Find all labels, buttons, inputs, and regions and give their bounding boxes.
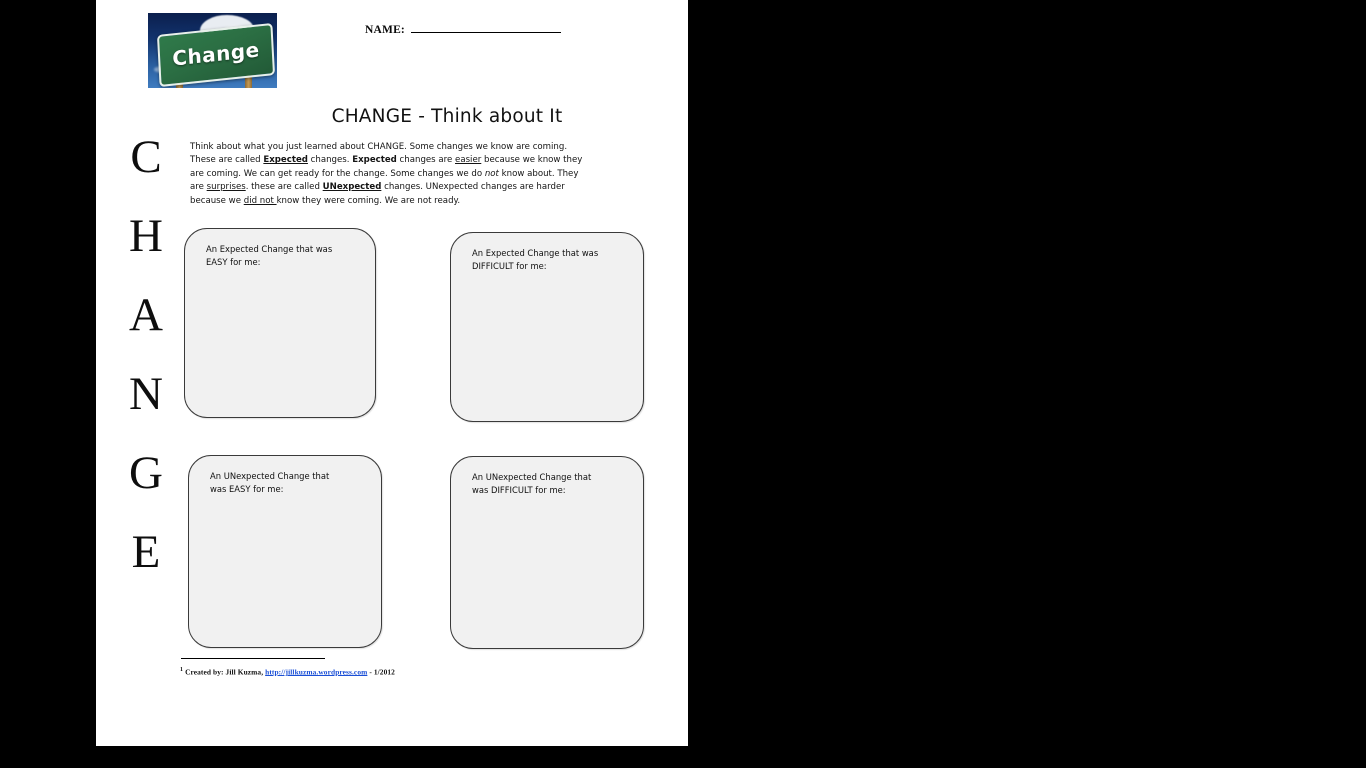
response-box-label-line2: EASY for me: [206, 256, 261, 267]
intro-emphasis-unexpected: UNexpected [322, 182, 382, 193]
footnote-suffix: - 1/2012 [367, 667, 395, 677]
response-box-label-line2: DIFFICULT for me: [472, 260, 547, 271]
response-box-unexpected-difficult[interactable]: An UNexpected Change that was DIFFICULT … [450, 456, 644, 649]
response-box-label: An UNexpected Change that was EASY for m… [210, 470, 360, 495]
footnote-divider [181, 658, 325, 659]
acrostic-letter-g: G [129, 447, 163, 499]
road-sign-board: Change [156, 22, 276, 88]
response-box-label: An Expected Change that was DIFFICULT fo… [472, 247, 622, 272]
intro-emphasis-surprises: surprises [206, 182, 246, 193]
intro-text-6: . these are called [245, 182, 323, 193]
acrostic-letter-c: C [130, 131, 162, 183]
intro-emphasis-easier: easier [455, 155, 482, 166]
footnote-prefix: Created by: Jill Kuzma, [185, 667, 266, 677]
intro-italic-not: not [484, 168, 499, 179]
intro-text-3: changes are [396, 155, 456, 166]
name-field-row: NAME: [365, 21, 561, 36]
footnote-marker: 1 [180, 667, 184, 673]
response-box-label-line1: An Expected Change that was [472, 248, 599, 258]
footnote-link[interactable]: http://jillkuzma.wordpress.com [265, 667, 367, 676]
road-sign-text: Change [171, 37, 261, 71]
response-box-unexpected-easy[interactable]: An UNexpected Change that was EASY for m… [188, 455, 382, 648]
response-box-label-line2: was EASY for me: [210, 483, 284, 494]
worksheet-page: Change NAME: CHANGE - Think about It C H… [96, 0, 688, 748]
response-box-label: An Expected Change that was EASY for me: [206, 243, 356, 268]
acrostic-letter-n: N [129, 368, 163, 420]
acrostic-letter-a: A [129, 289, 163, 341]
response-box-label-line1: An Expected Change that was [206, 244, 333, 254]
response-box-label-line2: was DIFFICULT for me: [472, 484, 566, 495]
name-input-blank[interactable] [410, 21, 561, 33]
name-label: NAME: [365, 24, 405, 36]
change-sign-photo: Change [148, 13, 277, 88]
footnote: 1 Created by: Jill Kuzma, http://jillkuz… [180, 667, 395, 676]
acrostic-column: C H A N G E [118, 118, 174, 592]
response-box-expected-easy[interactable]: An Expected Change that was EASY for me: [184, 228, 376, 418]
acrostic-letter-h: H [129, 210, 163, 262]
intro-text-8: know they were coming. We are not ready. [276, 195, 461, 206]
acrostic-letter-e: E [131, 526, 161, 578]
response-box-label-line1: An UNexpected Change that [210, 471, 330, 481]
intro-emphasis-expected: Expected [263, 155, 308, 166]
intro-paragraph: Think about what you just learned about … [190, 141, 590, 208]
intro-text-2: changes. [307, 155, 353, 166]
response-box-label-line1: An UNexpected Change that [472, 472, 592, 482]
response-box-label: An UNexpected Change that was DIFFICULT … [472, 471, 622, 496]
response-box-expected-difficult[interactable]: An Expected Change that was DIFFICULT fo… [450, 232, 644, 422]
page-title: CHANGE - Think about It [331, 106, 563, 127]
intro-bold-expected: Expected [352, 155, 397, 166]
intro-emphasis-did-not: did not [243, 195, 277, 206]
